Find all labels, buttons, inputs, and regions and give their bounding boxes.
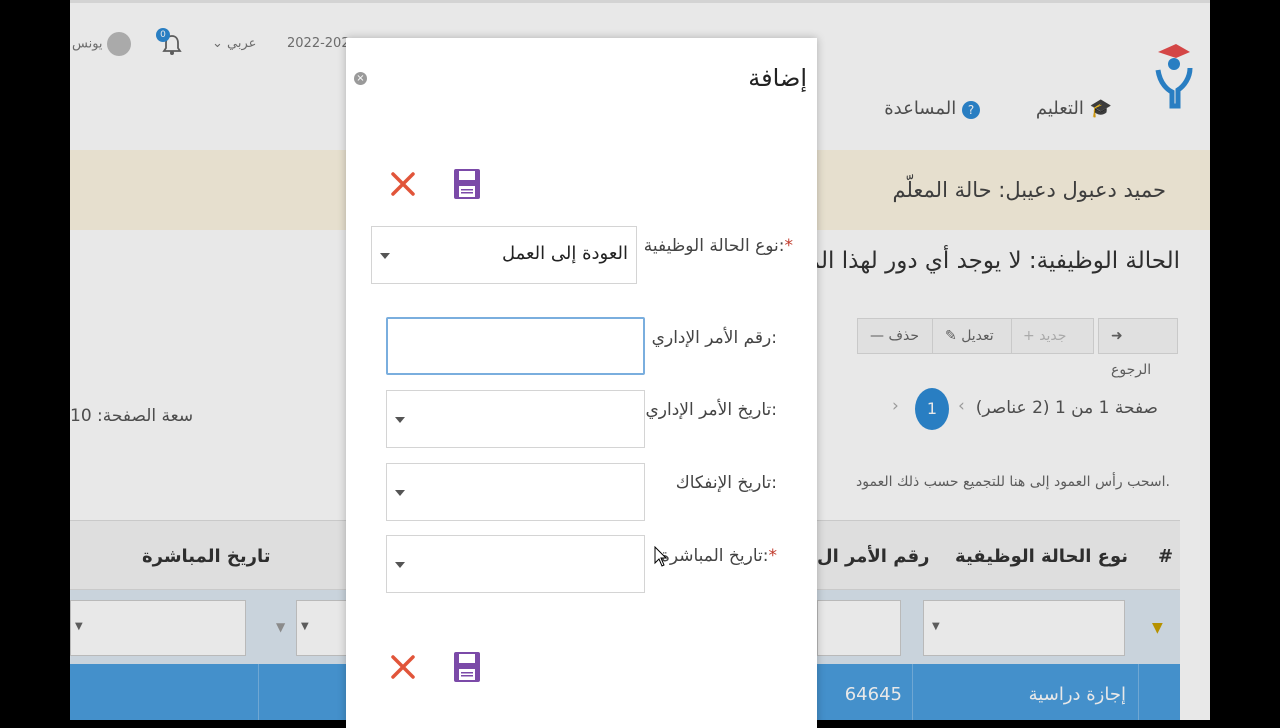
- save-icon[interactable]: [453, 651, 481, 683]
- cancel-x-icon[interactable]: [389, 170, 417, 198]
- save-icon[interactable]: [453, 168, 481, 200]
- status-type-value: العودة إلى العمل: [501, 243, 628, 264]
- caret-down-icon: [395, 490, 405, 496]
- close-icon[interactable]: ×: [354, 72, 367, 85]
- required-mark: *: [768, 546, 778, 566]
- order-number-label: رقم الأمر الإداري:: [651, 328, 777, 348]
- modal-title: إضافة: [748, 64, 807, 92]
- status-type-label-text: نوع الحالة الوظيفية:: [643, 236, 785, 256]
- separation-date-label: تاريخ الإنفكاك:: [675, 473, 777, 493]
- order-number-input[interactable]: [386, 317, 645, 375]
- caret-down-icon: [380, 253, 390, 259]
- start-date-label-text: تاريخ المباشرة:: [660, 546, 769, 566]
- required-mark: *: [784, 236, 794, 256]
- status-type-select[interactable]: العودة إلى العمل: [371, 226, 637, 284]
- order-date-label: تاريخ الأمر الإداري:: [645, 400, 778, 420]
- cancel-x-icon[interactable]: [389, 653, 417, 681]
- caret-down-icon: [395, 562, 405, 568]
- start-date-label: تاريخ المباشرة:*: [661, 546, 777, 566]
- start-date-picker[interactable]: [386, 535, 645, 593]
- mouse-cursor-icon: [654, 546, 668, 567]
- order-date-picker[interactable]: [386, 390, 645, 448]
- caret-down-icon: [395, 417, 405, 423]
- separation-date-picker[interactable]: [386, 463, 645, 521]
- status-type-label: نوع الحالة الوظيفية:*: [644, 236, 793, 256]
- add-modal: × إضافة نوع الحالة الوظيفية:* العودة إلى…: [346, 38, 817, 728]
